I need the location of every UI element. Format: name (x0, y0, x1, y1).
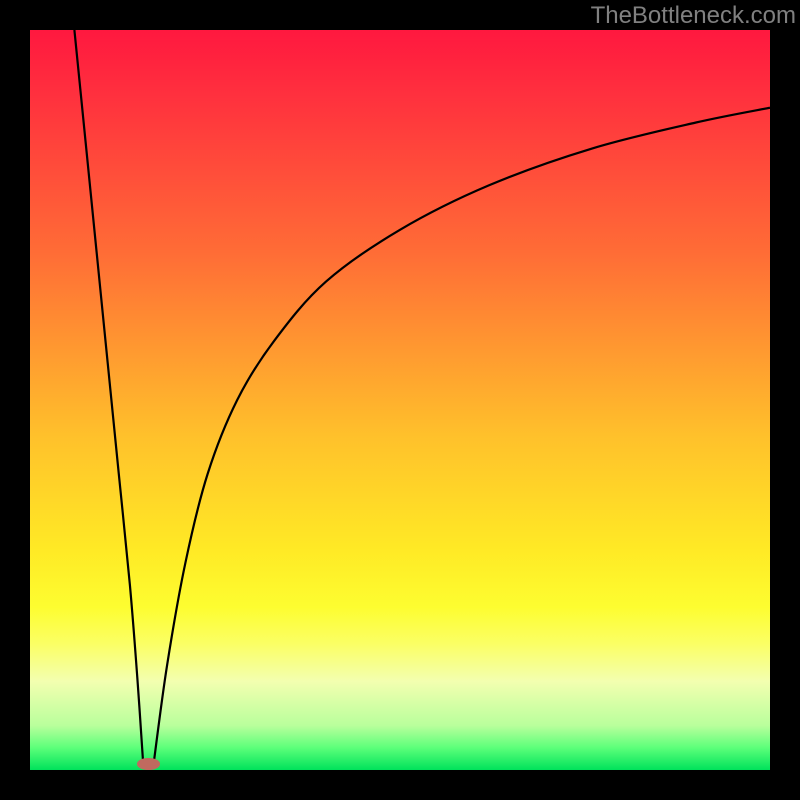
bottleneck-curve (30, 30, 770, 770)
watermark-text: TheBottleneck.com (591, 2, 796, 30)
minimum-marker (137, 758, 161, 770)
plot-area (30, 30, 770, 770)
